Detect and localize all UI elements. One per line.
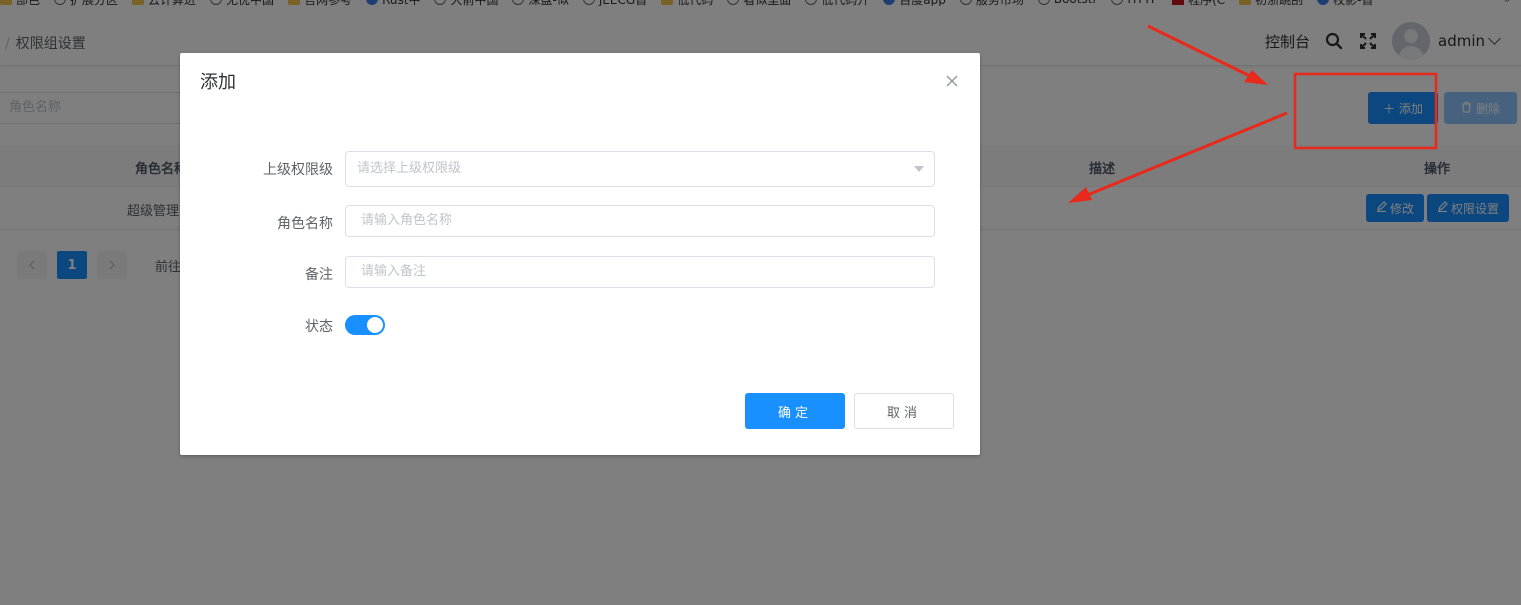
parent-level-label: 上级权限级 (263, 162, 333, 178)
remark-input[interactable]: 请输入备注 (345, 256, 935, 288)
parent-level-select[interactable]: 请选择上级权限级 (345, 151, 935, 187)
caret-down-icon (914, 166, 924, 172)
remark-label: 备注 (305, 267, 333, 283)
status-label: 状态 (305, 319, 333, 335)
close-icon[interactable] (944, 73, 960, 89)
cancel-button[interactable]: 取消 (854, 393, 954, 429)
parent-level-placeholder: 请选择上级权限级 (357, 161, 462, 176)
dialog-title: 添加 (200, 72, 236, 93)
confirm-button[interactable]: 确定 (745, 393, 845, 429)
add-role-dialog: 添加 上级权限级 请选择上级权限级 角色名称 请输入角色名称 备注 请输入备注 … (180, 53, 980, 455)
status-toggle[interactable] (345, 315, 385, 335)
role-name-input[interactable]: 请输入角色名称 (345, 205, 935, 237)
role-name-label: 角色名称 (277, 216, 333, 232)
